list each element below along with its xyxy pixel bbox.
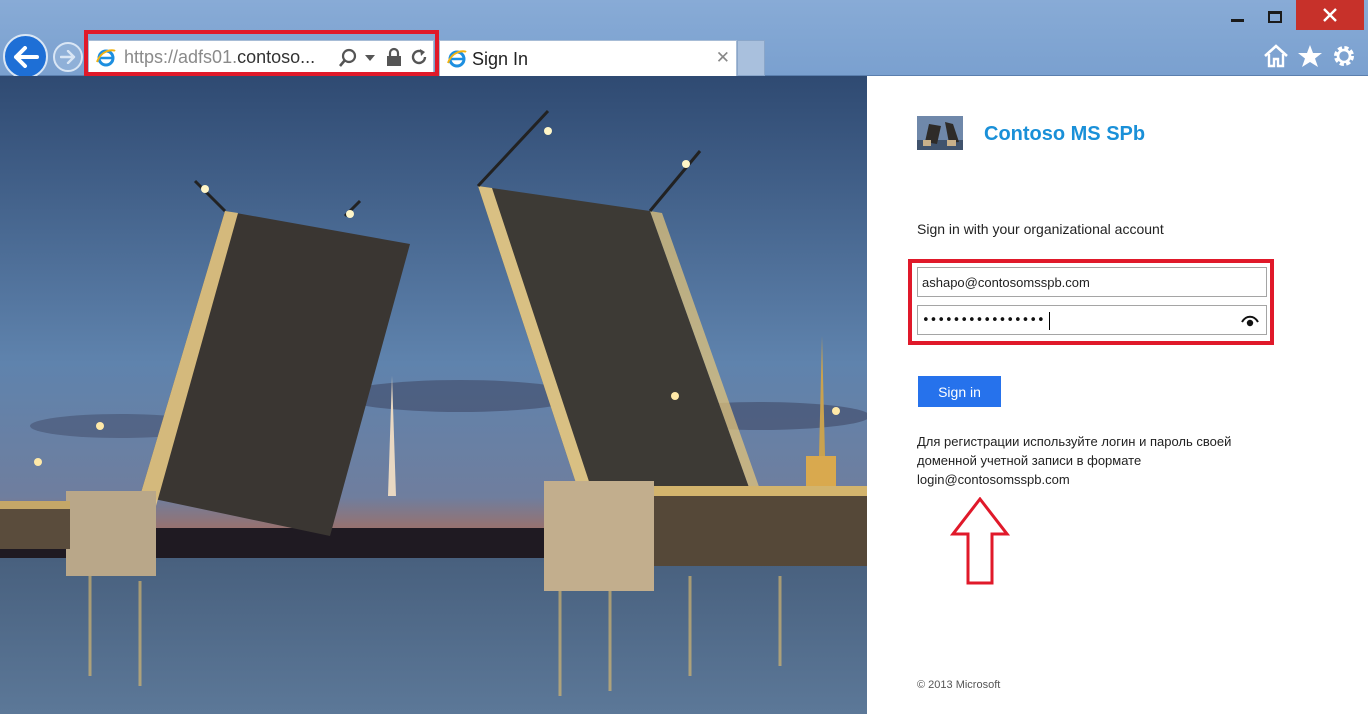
home-button[interactable] bbox=[1262, 42, 1290, 70]
back-button[interactable] bbox=[3, 34, 48, 79]
organization-name: Contoso MS SPb bbox=[984, 123, 1146, 145]
page-content: Contoso MS SPb Sign in with your organiz… bbox=[0, 76, 1368, 714]
favorites-button[interactable] bbox=[1296, 42, 1324, 70]
help-line: login@contosomsspb.com bbox=[917, 472, 1070, 487]
new-tab-button[interactable] bbox=[737, 40, 765, 76]
minimize-icon bbox=[1230, 18, 1244, 22]
tab-close-icon[interactable]: ✕ bbox=[716, 48, 730, 68]
copyright: © 2013 Microsoft bbox=[917, 679, 1001, 691]
browser-chrome: https://adfs01.contoso... Sign In ✕ bbox=[0, 0, 1368, 79]
close-icon bbox=[1323, 8, 1337, 22]
address-bar-highlight bbox=[84, 30, 439, 76]
settings-button[interactable] bbox=[1330, 42, 1358, 70]
tab-title: Sign In bbox=[472, 49, 529, 69]
signin-panel: Contoso MS SPb Sign in with your organiz… bbox=[867, 76, 1368, 714]
restore-icon bbox=[1268, 11, 1282, 23]
close-window-button[interactable] bbox=[1296, 0, 1364, 30]
forward-arrow-icon bbox=[60, 50, 76, 64]
tab-sign-in[interactable]: Sign In ✕ bbox=[439, 40, 737, 76]
settings-gear-icon bbox=[1334, 46, 1354, 66]
help-line: Для регистрации используйте логин и паро… bbox=[917, 434, 1232, 449]
forward-button[interactable] bbox=[53, 42, 83, 72]
up-arrow-annotation bbox=[950, 497, 1010, 585]
browser-toolbar bbox=[1262, 42, 1358, 70]
sign-in-button[interactable]: Sign in bbox=[918, 376, 1001, 407]
registration-help: Для регистрации используйте логин и паро… bbox=[917, 432, 1287, 489]
background-illustration bbox=[0, 76, 867, 714]
organization-logo bbox=[917, 116, 963, 150]
back-arrow-icon bbox=[13, 45, 39, 68]
restore-button[interactable] bbox=[1258, 0, 1292, 34]
ie-logo-icon bbox=[447, 50, 467, 68]
drawbridge-photo bbox=[0, 76, 867, 714]
favorites-star-icon bbox=[1298, 45, 1322, 67]
home-icon bbox=[1264, 44, 1288, 68]
minimize-button[interactable] bbox=[1220, 0, 1254, 34]
signin-prompt: Sign in with your organizational account bbox=[917, 221, 1164, 237]
help-line: доменной учетной записи в формате bbox=[917, 453, 1142, 468]
credentials-highlight bbox=[908, 259, 1274, 345]
